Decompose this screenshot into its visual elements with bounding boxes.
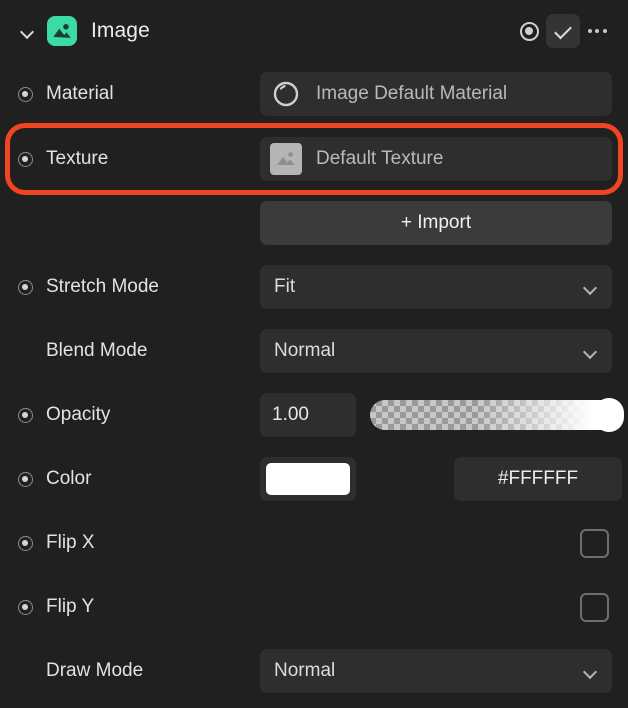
import-button[interactable]: + Import <box>260 201 612 245</box>
texture-asset-field[interactable]: Default Texture <box>260 137 612 181</box>
property-row-stretch-mode: Stretch Mode Fit <box>0 265 628 309</box>
stretch-mode-value: Fit <box>274 276 296 297</box>
texture-value: Default Texture <box>316 148 444 169</box>
import-field-wrap: + Import <box>260 201 612 245</box>
property-row-flip-x: Flip X <box>0 521 628 565</box>
flip-y-checkbox[interactable] <box>580 592 609 622</box>
property-row-flip-y: Flip Y <box>0 585 628 629</box>
material-value: Image Default Material <box>316 83 508 104</box>
more-options-icon <box>587 29 607 33</box>
opacity-field-wrap: 1.00 <box>260 393 356 437</box>
chevron-down-icon <box>584 347 598 356</box>
texture-placeholder-icon <box>270 143 302 175</box>
draw-mode-field-wrap: Normal <box>260 649 612 693</box>
opacity-slider[interactable] <box>370 398 624 432</box>
label-stretch-mode: Stretch Mode <box>46 276 159 297</box>
blend-mode-field-wrap: Normal <box>260 329 612 373</box>
keyframe-dot-opacity[interactable] <box>14 404 36 426</box>
property-row-blend-mode: Blend Mode Normal <box>0 329 628 373</box>
image-inspector-panel: Image Material Image Default Material Te… <box>0 0 628 708</box>
label-flip-x: Flip X <box>46 532 95 553</box>
keyframe-dot-flip-y[interactable] <box>14 596 36 618</box>
page-title: Image <box>91 19 150 42</box>
color-swatch <box>266 463 350 495</box>
property-row-color: Color #FFFFFF <box>0 457 628 501</box>
record-keyframe-button[interactable] <box>512 14 546 48</box>
label-material: Material <box>46 83 114 104</box>
keyframe-dot-stretch-mode[interactable] <box>14 276 36 298</box>
property-row-material: Material Image Default Material <box>0 72 628 116</box>
label-blend-mode: Blend Mode <box>46 340 148 361</box>
more-options-button[interactable] <box>580 14 614 48</box>
label-draw-mode: Draw Mode <box>46 660 144 681</box>
disclosure-toggle[interactable] <box>14 18 40 44</box>
color-hex-input[interactable]: #FFFFFF <box>454 457 622 501</box>
keyframe-dot-material[interactable] <box>14 83 36 105</box>
opacity-slider-track <box>370 400 622 430</box>
inspector-header: Image <box>0 0 628 62</box>
draw-mode-select[interactable]: Normal <box>260 649 612 693</box>
stretch-mode-field-wrap: Fit <box>260 265 612 309</box>
property-row-opacity: Opacity 1.00 <box>0 393 628 437</box>
keyframe-dot-color[interactable] <box>14 468 36 490</box>
opacity-value: 1.00 <box>272 404 309 425</box>
opacity-number-input[interactable]: 1.00 <box>260 393 356 437</box>
chevron-down-icon <box>584 667 598 676</box>
image-icon <box>47 16 77 46</box>
label-texture: Texture <box>46 148 109 169</box>
stretch-mode-select[interactable]: Fit <box>260 265 612 309</box>
material-asset-field[interactable]: Image Default Material <box>260 72 612 116</box>
color-swatch-button[interactable] <box>260 457 356 501</box>
label-opacity: Opacity <box>46 404 111 425</box>
blend-mode-value: Normal <box>274 340 336 361</box>
chevron-down-icon <box>584 283 598 292</box>
record-keyframe-icon <box>519 21 539 41</box>
blend-mode-select[interactable]: Normal <box>260 329 612 373</box>
texture-field-wrap: Default Texture <box>260 137 612 181</box>
property-row-draw-mode: Draw Mode Normal <box>0 649 628 693</box>
keyframe-dot-texture[interactable] <box>14 148 36 170</box>
property-row-import: + Import <box>0 201 628 245</box>
chevron-down-icon <box>21 27 34 35</box>
draw-mode-value: Normal <box>274 660 336 681</box>
material-sphere-icon <box>270 78 302 110</box>
label-flip-y: Flip Y <box>46 596 95 617</box>
enable-toggle-button[interactable] <box>546 14 580 48</box>
opacity-slider-handle[interactable] <box>594 398 624 432</box>
keyframe-dot-flip-x[interactable] <box>14 532 36 554</box>
material-field-wrap: Image Default Material <box>260 72 612 116</box>
flip-x-checkbox[interactable] <box>580 528 609 558</box>
property-row-texture: Texture Default Texture <box>0 137 628 181</box>
check-icon <box>555 26 572 37</box>
label-color: Color <box>46 468 92 489</box>
